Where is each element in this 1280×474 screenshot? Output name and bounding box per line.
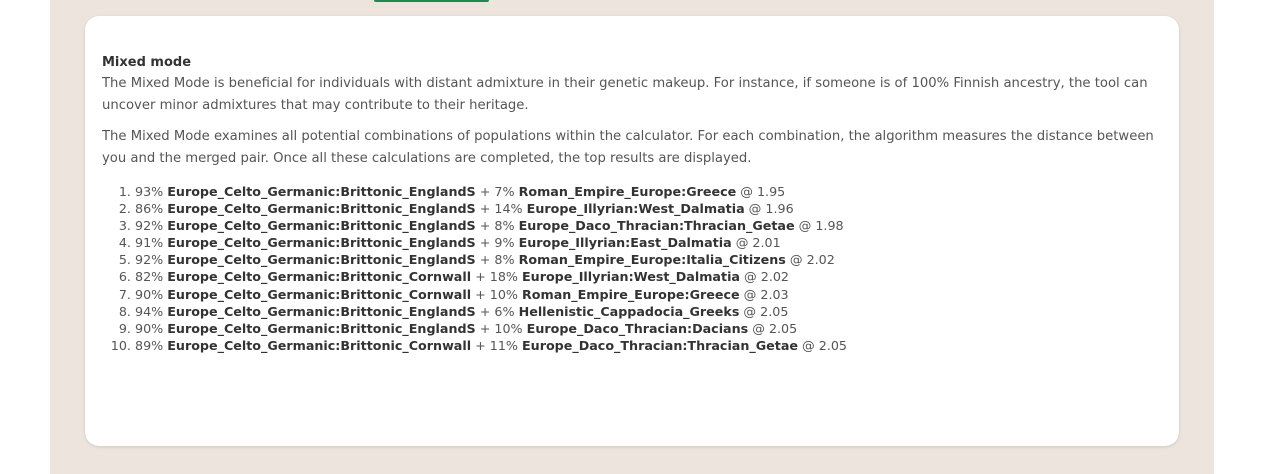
primary-population: Europe_Celto_Germanic:Brittonic_EnglandS bbox=[167, 218, 476, 234]
secondary-percent: 18% bbox=[489, 269, 518, 285]
results-list: 93% Europe_Celto_Germanic:Brittonic_Engl… bbox=[102, 183, 1162, 354]
distance-value: 1.95 bbox=[756, 184, 786, 199]
secondary-population: Europe_Illyrian:West_Dalmatia bbox=[526, 201, 745, 217]
primary-percent: 90% bbox=[135, 320, 164, 336]
secondary-population: Europe_Illyrian:West_Dalmatia bbox=[522, 269, 740, 285]
distance-value: 2.02 bbox=[806, 252, 835, 268]
result-item: 90% Europe_Celto_Germanic:Brittonic_Corn… bbox=[135, 286, 1162, 303]
distance-value: 2.05 bbox=[760, 303, 789, 319]
result-item: 82% Europe_Celto_Germanic:Brittonic_Corn… bbox=[135, 268, 1162, 285]
distance-value: 1.98 bbox=[815, 218, 844, 234]
primary-percent: 94% bbox=[135, 303, 164, 319]
primary-population: Europe_Celto_Germanic:Brittonic_EnglandS bbox=[167, 201, 476, 217]
distance-value: 2.05 bbox=[768, 320, 798, 336]
active-tab-indicator[interactable] bbox=[374, 0, 489, 2]
distance-value: 2.03 bbox=[760, 286, 789, 302]
secondary-percent: 6% bbox=[494, 303, 515, 319]
primary-percent: 92% bbox=[135, 218, 164, 234]
primary-percent: 89% bbox=[135, 337, 164, 353]
primary-percent: 82% bbox=[135, 269, 164, 285]
distance-value: 2.02 bbox=[760, 269, 789, 285]
secondary-population: Roman_Empire_Europe:Italia_Citizens bbox=[518, 252, 786, 268]
result-item: 93% Europe_Celto_Germanic:Brittonic_Engl… bbox=[135, 183, 1162, 200]
secondary-percent: 8% bbox=[494, 218, 515, 234]
result-item: 89% Europe_Celto_Germanic:Brittonic_Corn… bbox=[135, 337, 1162, 354]
mixed-mode-card: Mixed mode The Mixed Mode is beneficial … bbox=[85, 16, 1179, 446]
primary-percent: 92% bbox=[135, 252, 164, 268]
page-background: Mixed mode The Mixed Mode is beneficial … bbox=[50, 0, 1214, 474]
primary-percent: 86% bbox=[135, 201, 164, 217]
primary-population: Europe_Celto_Germanic:Brittonic_EnglandS bbox=[167, 252, 476, 268]
primary-population: Europe_Celto_Germanic:Brittonic_Cornwall bbox=[167, 337, 472, 353]
secondary-population: Roman_Empire_Europe:Greece bbox=[522, 286, 740, 302]
description-paragraph-2: The Mixed Mode examines all potential co… bbox=[102, 129, 1154, 166]
distance-value: 1.96 bbox=[765, 201, 794, 217]
primary-percent: 90% bbox=[135, 286, 164, 302]
secondary-percent: 9% bbox=[494, 235, 515, 251]
section-title: Mixed mode bbox=[102, 55, 192, 70]
secondary-population: Europe_Daco_Thracian:Thracian_Getae bbox=[518, 218, 795, 234]
mixed-mode-content: Mixed mode The Mixed Mode is beneficial … bbox=[102, 53, 1162, 354]
result-item: 86% Europe_Celto_Germanic:Brittonic_Engl… bbox=[135, 200, 1162, 217]
description-paragraph-1: The Mixed Mode is beneficial for individ… bbox=[102, 76, 1148, 113]
primary-population: Europe_Celto_Germanic:Brittonic_Cornwall bbox=[167, 286, 472, 302]
result-item: 94% Europe_Celto_Germanic:Brittonic_Engl… bbox=[135, 303, 1162, 320]
secondary-population: Hellenistic_Cappadocia_Greeks bbox=[518, 303, 740, 319]
secondary-percent: 10% bbox=[489, 286, 518, 302]
secondary-percent: 14% bbox=[494, 201, 523, 217]
secondary-population: Europe_Daco_Thracian:Dacians bbox=[526, 320, 749, 336]
result-item: 90% Europe_Celto_Germanic:Brittonic_Engl… bbox=[135, 320, 1162, 337]
primary-population: Europe_Celto_Germanic:Brittonic_Cornwall bbox=[167, 269, 472, 285]
primary-percent: 91% bbox=[135, 235, 164, 251]
result-item: 91% Europe_Celto_Germanic:Brittonic_Engl… bbox=[135, 234, 1162, 251]
result-item: 92% Europe_Celto_Germanic:Brittonic_Engl… bbox=[135, 217, 1162, 234]
primary-percent: 93% bbox=[135, 184, 164, 199]
secondary-percent: 8% bbox=[494, 252, 515, 268]
secondary-population: Europe_Daco_Thracian:Thracian_Getae bbox=[522, 337, 798, 353]
primary-population: Europe_Celto_Germanic:Brittonic_EnglandS bbox=[167, 235, 476, 251]
distance-value: 2.01 bbox=[752, 235, 781, 251]
primary-population: Europe_Celto_Germanic:Brittonic_EnglandS bbox=[167, 320, 476, 336]
distance-value: 2.05 bbox=[818, 337, 847, 353]
result-item: 92% Europe_Celto_Germanic:Brittonic_Engl… bbox=[135, 251, 1162, 268]
secondary-percent: 7% bbox=[494, 184, 515, 199]
secondary-population: Roman_Empire_Europe:Greece bbox=[518, 184, 737, 199]
secondary-population: Europe_Illyrian:East_Dalmatia bbox=[518, 235, 732, 251]
secondary-percent: 10% bbox=[494, 320, 523, 336]
secondary-percent: 11% bbox=[489, 337, 518, 353]
primary-population: Europe_Celto_Germanic:Brittonic_EnglandS bbox=[167, 303, 476, 319]
primary-population: Europe_Celto_Germanic:Brittonic_EnglandS bbox=[167, 184, 476, 199]
